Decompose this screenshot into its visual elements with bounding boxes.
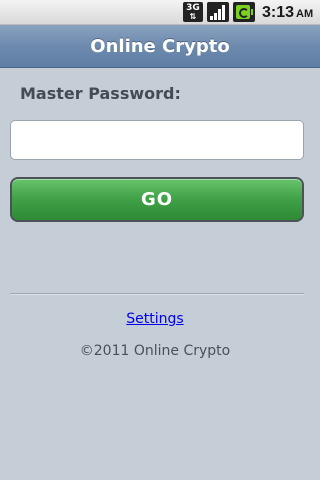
settings-link[interactable]: Settings [126,311,183,327]
go-button[interactable]: GO [10,177,304,222]
master-password-input[interactable] [10,120,304,160]
clock-ampm: AM [296,8,314,20]
app-title: Online Crypto [90,36,230,57]
master-password-label: Master Password: [20,84,181,103]
status-bar: 3G ⇅ 3:13 AM [0,0,320,25]
data-arrows-icon: ⇅ [189,12,197,21]
divider [10,293,304,295]
clock-time: 3:13 [262,4,295,21]
battery-charging-icon [233,2,255,22]
clock: 3:13 AM [262,3,318,24]
copyright-text: ©2011 Online Crypto [79,343,231,359]
signal-strength-icon [207,2,229,22]
settings-link-container: Settings [0,311,310,327]
title-bar: Online Crypto [0,25,320,68]
3g-network-icon: 3G ⇅ [183,2,203,22]
